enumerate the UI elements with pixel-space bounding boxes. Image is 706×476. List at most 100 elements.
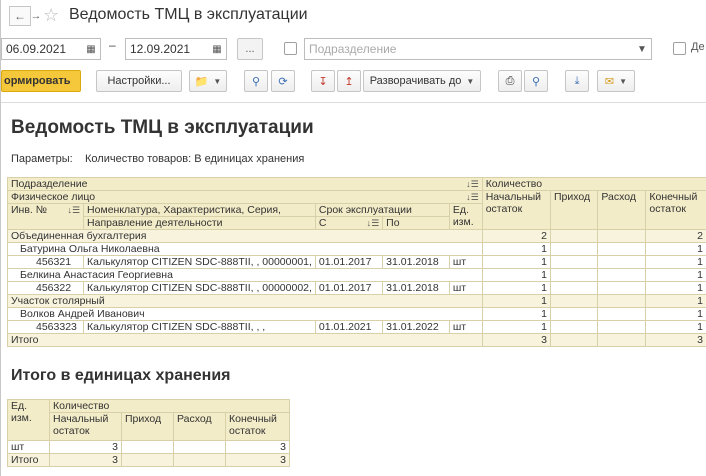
collapse-groups-button[interactable]: ↧ — [311, 70, 335, 92]
header-closing: Конечный остаток — [645, 190, 706, 230]
table-row[interactable]: Белкина Анастасия Георгиевна 1 1 — [7, 268, 706, 282]
table-row[interactable]: Участок столярный 1 1 — [7, 294, 706, 308]
summary-row-unit: шт — [7, 440, 50, 454]
table-row[interactable]: 456322 Калькулятор CITIZEN SDC-888TII, ,… — [6, 281, 706, 295]
summary-total-expense — [173, 453, 226, 467]
extra-filter-checkbox[interactable] — [673, 42, 686, 55]
variants-button[interactable]: 📁 ▼ — [189, 70, 227, 92]
row-inv: 456321 — [6, 255, 85, 269]
total-expense — [597, 333, 647, 347]
chevron-down-icon: ▼ — [213, 76, 222, 86]
row-opening: 1 — [481, 268, 551, 282]
division-checkbox[interactable] — [284, 42, 297, 55]
table-row[interactable]: шт 3 3 — [7, 440, 290, 454]
header-from[interactable]: С ↓☰ — [314, 216, 384, 230]
calendar-icon[interactable]: ▦ — [82, 39, 100, 59]
row-opening: 1 — [481, 307, 551, 321]
calendar-icon[interactable]: ▦ — [208, 39, 226, 59]
expand-groups-button[interactable]: ↥ — [337, 70, 361, 92]
summary-title: Итого в единицах хранения — [11, 367, 231, 384]
report-window: ← → ☆ Ведомость ТМЦ в эксплуатации 06.09… — [0, 0, 706, 476]
summary-header-opening: Начальный остаток — [49, 412, 122, 441]
row-to: 31.01.2018 — [382, 281, 450, 295]
table-row[interactable]: 4563323 Калькулятор CITIZEN SDC-888TII, … — [6, 320, 706, 334]
save-button[interactable]: ⤓ — [565, 70, 589, 92]
search-button[interactable]: ⚲ — [244, 70, 268, 92]
chevron-down-icon[interactable]: ▼ — [633, 39, 651, 59]
toolbar: ормировать Настройки... 📁 ▼ ⚲ ⟳ ↧ ↥ Разво… — [1, 66, 706, 98]
header-unit: Ед. изм. — [448, 203, 483, 230]
period-select-button[interactable]: ... — [237, 38, 263, 60]
folder-icon: 📁 — [194, 75, 209, 88]
send-email-button[interactable]: ✉ ▼ — [597, 70, 635, 92]
header-expense: Расход — [597, 190, 647, 230]
search-icon: ⚲ — [251, 75, 261, 88]
header-activity: Направление деятельности — [83, 216, 316, 230]
settings-button[interactable]: Настройки... — [96, 70, 182, 92]
window-title: Ведомость ТМЦ в эксплуатации — [69, 6, 308, 23]
total-row[interactable]: Итого 3 3 — [7, 333, 706, 347]
header-person[interactable]: Физическое лицо ↓☰ — [7, 190, 483, 204]
row-closing: 2 — [645, 229, 706, 243]
expand-to-button[interactable]: Разворачивать до ▼ — [363, 70, 481, 92]
row-income — [549, 229, 599, 243]
row-income — [549, 281, 599, 295]
division-field[interactable]: Подразделение ▼ — [304, 38, 652, 60]
favorite-star-icon[interactable]: ☆ — [43, 4, 59, 26]
row-label: Объединенная бухгалтерия — [7, 229, 483, 243]
chevron-down-icon: ▼ — [466, 76, 475, 86]
table-row[interactable]: 456321 Калькулятор CITIZEN SDC-888TII, ,… — [6, 255, 706, 269]
row-closing: 1 — [645, 320, 706, 334]
report-params: Параметры: Количество товаров: В единица… — [11, 153, 304, 165]
row-income — [549, 255, 599, 269]
summary-header-closing: Конечный остаток — [225, 412, 290, 441]
download-icon: ⤓ — [574, 74, 580, 87]
print-button[interactable]: ⎙ — [498, 70, 522, 92]
row-expense — [597, 281, 647, 295]
row-label: Волков Андрей Иванович — [7, 307, 483, 321]
row-income — [549, 242, 599, 256]
header-from-label: С — [318, 217, 327, 229]
sort-icon[interactable]: ↓☰ — [466, 192, 479, 203]
total-opening: 3 — [481, 333, 551, 347]
expand-groups-icon: ↥ — [344, 75, 354, 88]
row-income — [549, 268, 599, 282]
row-closing: 1 — [645, 294, 706, 308]
date-to-field[interactable]: 12.09.2021 ▦ — [125, 38, 227, 60]
print-preview-button[interactable]: ⚲ — [524, 70, 548, 92]
sort-icon[interactable]: ↓☰ — [466, 179, 479, 190]
summary-row-opening: 3 — [49, 440, 122, 454]
header-division[interactable]: Подразделение ↓☰ — [7, 177, 483, 191]
row-expense — [597, 320, 647, 334]
summary-header-expense: Расход — [173, 412, 226, 441]
table-row[interactable]: Батурина Ольга Николаевна 1 1 — [7, 242, 706, 256]
header-inv-no-label: Инв. № — [11, 204, 48, 217]
generate-button[interactable]: ормировать — [1, 70, 81, 92]
row-expense — [597, 255, 647, 269]
extra-filter-label: Де — [691, 41, 705, 53]
row-inv: 4563323 — [6, 320, 85, 334]
forward-button[interactable]: → — [31, 6, 42, 26]
search-next-button[interactable]: ⟳ — [271, 70, 295, 92]
date-from-field[interactable]: 06.09.2021 ▦ — [1, 38, 101, 60]
row-nomenclature: Калькулятор CITIZEN SDC-888TII, , , — [83, 320, 316, 334]
row-opening: 1 — [481, 320, 551, 334]
summary-total-label: Итого — [7, 453, 50, 467]
row-to: 31.01.2022 — [382, 320, 450, 334]
row-label: Участок столярный — [7, 294, 483, 308]
table-row[interactable]: Волков Андрей Иванович 1 1 — [7, 307, 706, 321]
summary-total-row[interactable]: Итого 3 3 — [7, 453, 290, 467]
row-opening: 1 — [481, 255, 551, 269]
table-row[interactable]: Объединенная бухгалтерия 2 2 — [7, 229, 706, 243]
row-income — [549, 294, 599, 308]
sort-icon[interactable]: ↓☰ — [367, 218, 380, 229]
header-inv-no[interactable]: Инв. № ↓☰ — [6, 203, 85, 230]
params-value: Количество товаров: В единицах хранения — [85, 153, 305, 165]
row-income — [549, 320, 599, 334]
chevron-down-icon: ▼ — [619, 76, 628, 86]
sort-icon[interactable]: ↓☰ — [67, 205, 80, 217]
envelope-icon: ✉ — [604, 75, 615, 88]
row-closing: 1 — [645, 281, 706, 295]
back-button[interactable]: ← — [9, 6, 31, 26]
row-expense — [597, 307, 647, 321]
